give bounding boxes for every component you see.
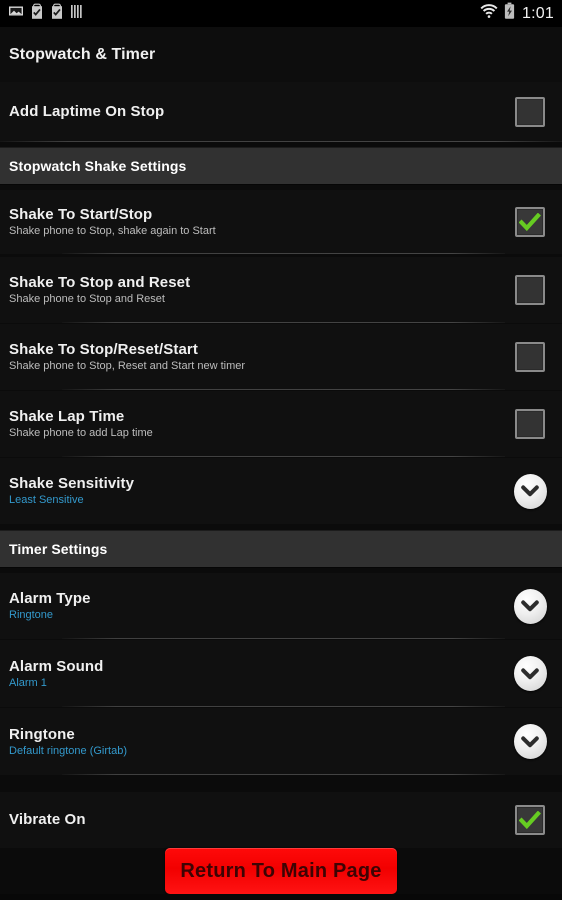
chevron-down-icon [521, 600, 539, 612]
row-text-block: Alarm Type Ringtone [9, 590, 507, 622]
row-widget [507, 409, 553, 439]
status-bar-left-icons [8, 3, 83, 25]
row-widget [507, 207, 553, 237]
checkbox-shake-to-stop-reset-start[interactable] [515, 342, 545, 372]
row-value: Least Sensitive [9, 494, 84, 507]
bottom-strip [0, 894, 562, 900]
check-icon [519, 213, 541, 231]
row-divider [62, 389, 505, 390]
row-shake-to-start-stop[interactable]: Shake To Start/Stop Shake phone to Stop,… [0, 190, 562, 254]
row-text-block: Shake Sensitivity Least Sensitive [9, 475, 507, 507]
checkbox-shake-to-stop-and-reset[interactable] [515, 275, 545, 305]
row-title: Shake Sensitivity [9, 475, 135, 493]
row-text-block: Alarm Sound Alarm 1 [9, 658, 507, 690]
row-shake-sensitivity[interactable]: Shake Sensitivity Least Sensitive [0, 458, 562, 524]
row-title: Ringtone [9, 725, 75, 743]
row-widget [507, 342, 553, 372]
row-widget [507, 97, 553, 127]
row-text-block: Vibrate On [9, 811, 507, 828]
row-divider [62, 638, 505, 639]
row-title: Vibrate On [9, 811, 86, 829]
row-shake-lap-time[interactable]: Shake Lap Time Shake phone to add Lap ti… [0, 391, 562, 457]
row-title: Alarm Type [9, 590, 91, 608]
row-vibrate-on[interactable]: Vibrate On [0, 792, 562, 848]
row-title: Shake To Stop/Reset/Start [9, 341, 198, 359]
row-divider [62, 706, 505, 707]
check-icon [519, 811, 541, 829]
dropdown-ringtone[interactable] [513, 724, 547, 759]
vertical-bars-icon [70, 3, 83, 25]
return-to-main-page-button[interactable]: Return To Main Page [165, 848, 397, 894]
dropdown-alarm-type[interactable] [513, 588, 547, 624]
clipboard-check-icon [30, 3, 44, 25]
section-header-stopwatch-shake-settings: Stopwatch Shake Settings [0, 147, 562, 185]
row-text-block: Shake To Stop/Reset/Start Shake phone to… [9, 341, 507, 373]
row-divider [0, 141, 562, 142]
checkbox-shake-lap-time[interactable] [515, 409, 545, 439]
row-subtitle: Shake phone to Stop, Reset and Start new… [9, 360, 246, 373]
row-divider [62, 253, 505, 254]
row-value: Ringtone [9, 609, 54, 622]
battery-charging-icon [504, 2, 515, 25]
row-subtitle: Shake phone to Stop, shake again to Star… [9, 225, 216, 238]
row-shake-to-stop-and-reset[interactable]: Shake To Stop and Reset Shake phone to S… [0, 257, 562, 323]
chevron-down-icon [521, 667, 539, 679]
row-title: Shake To Start/Stop [9, 206, 153, 224]
row-title: Shake To Stop and Reset [9, 274, 191, 292]
clock: 1:01 [522, 4, 554, 22]
status-bar-right-icons: 1:01 [479, 2, 554, 25]
row-title: Alarm Sound [9, 657, 104, 675]
row-divider [62, 456, 505, 457]
row-value: Default ringtone (Girtab) [9, 744, 127, 757]
page-title-label: Stopwatch & Timer [9, 45, 156, 63]
row-divider [62, 322, 505, 323]
row-divider [62, 774, 505, 775]
image-icon [8, 3, 24, 24]
row-title: Shake Lap Time [9, 408, 125, 426]
section-header-label: Timer Settings [9, 541, 108, 557]
wifi-icon [479, 3, 499, 25]
section-header-timer-settings: Timer Settings [0, 530, 562, 568]
row-alarm-type[interactable]: Alarm Type Ringtone [0, 573, 562, 639]
row-shake-to-stop-reset-start[interactable]: Shake To Stop/Reset/Start Shake phone to… [0, 324, 562, 390]
row-text-block: Shake To Stop and Reset Shake phone to S… [9, 274, 507, 306]
dropdown-alarm-sound[interactable] [513, 656, 547, 691]
row-title: Add Laptime On Stop [9, 103, 165, 121]
row-text-block: Ringtone Default ringtone (Girtab) [9, 726, 507, 758]
checkbox-vibrate-on[interactable] [515, 805, 545, 835]
app-screen: 1:01 Stopwatch & Timer Add Laptime On St… [0, 0, 562, 900]
page-title: Stopwatch & Timer [0, 27, 562, 82]
clipboard-check-icon [50, 3, 64, 25]
row-text-block: Shake Lap Time Shake phone to add Lap ti… [9, 408, 507, 440]
checkbox-add-laptime-on-stop[interactable] [515, 97, 545, 127]
row-ringtone[interactable]: Ringtone Default ringtone (Girtab) [0, 708, 562, 775]
row-widget [507, 275, 553, 305]
row-widget [507, 805, 553, 835]
chevron-down-icon [521, 735, 539, 747]
row-widget [507, 588, 553, 624]
row-text-block: Add Laptime On Stop [9, 103, 507, 120]
row-widget [507, 656, 553, 691]
section-header-label: Stopwatch Shake Settings [9, 158, 187, 174]
row-widget [507, 473, 553, 509]
chevron-down-icon [521, 485, 539, 497]
checkbox-shake-to-start-stop[interactable] [515, 207, 545, 237]
row-value: Alarm 1 [9, 676, 47, 689]
dropdown-shake-sensitivity[interactable] [513, 473, 547, 509]
row-widget [507, 724, 553, 759]
status-bar: 1:01 [0, 0, 562, 27]
row-add-laptime-on-stop[interactable]: Add Laptime On Stop [0, 82, 562, 142]
row-text-block: Shake To Start/Stop Shake phone to Stop,… [9, 206, 507, 238]
row-alarm-sound[interactable]: Alarm Sound Alarm 1 [0, 640, 562, 707]
row-subtitle: Shake phone to add Lap time [9, 427, 153, 440]
row-subtitle: Shake phone to Stop and Reset [9, 293, 165, 306]
